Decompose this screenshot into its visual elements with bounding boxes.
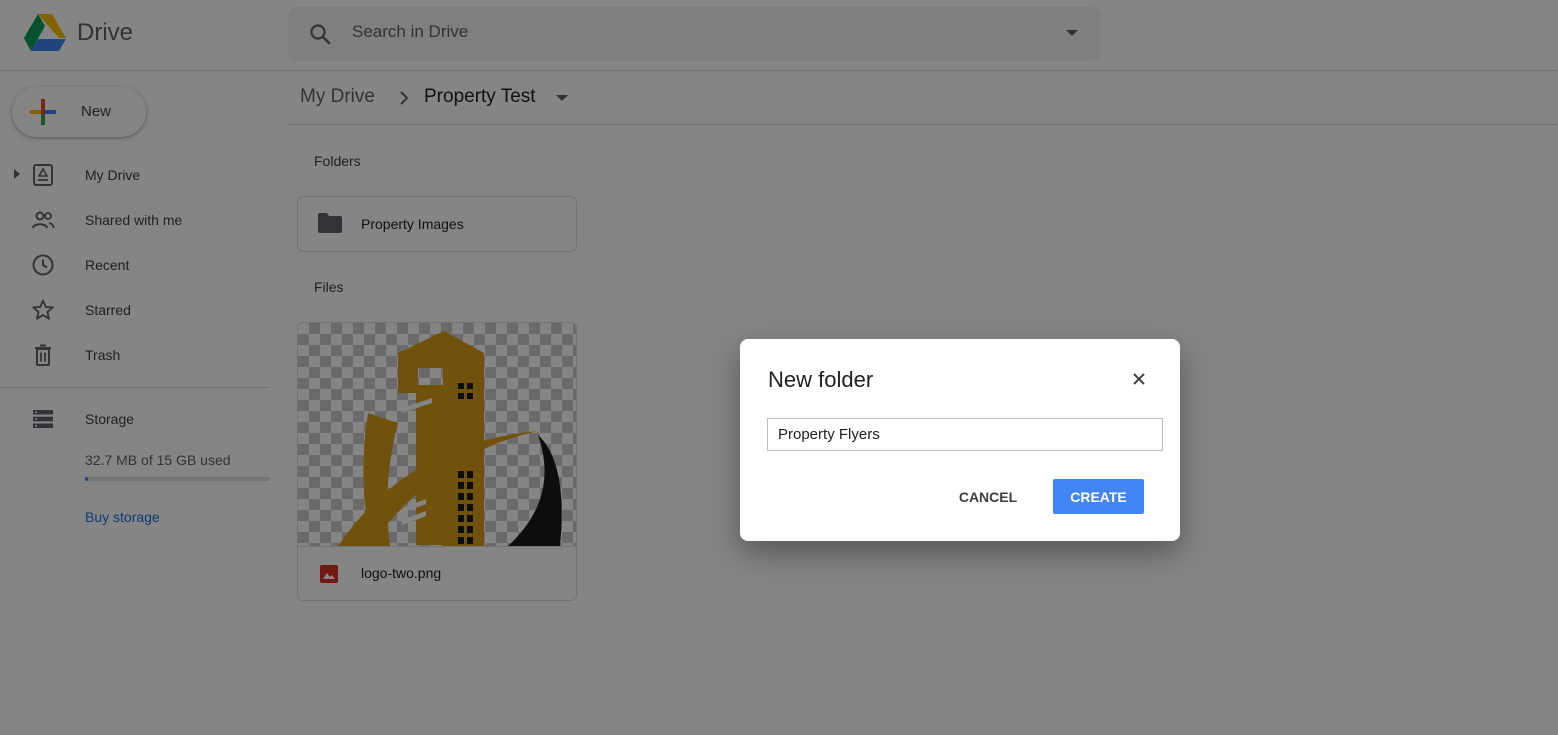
create-button[interactable]: CREATE (1053, 479, 1144, 514)
dialog-title: New folder (768, 367, 874, 392)
folder-name-input[interactable] (767, 418, 1163, 451)
new-folder-dialog: New folder CANCEL CREATE (740, 339, 1180, 541)
cancel-button[interactable]: CANCEL (944, 479, 1032, 514)
close-icon[interactable] (1128, 368, 1150, 390)
drive-app: Drive Search in Drive New My Drive Share… (0, 0, 1558, 735)
